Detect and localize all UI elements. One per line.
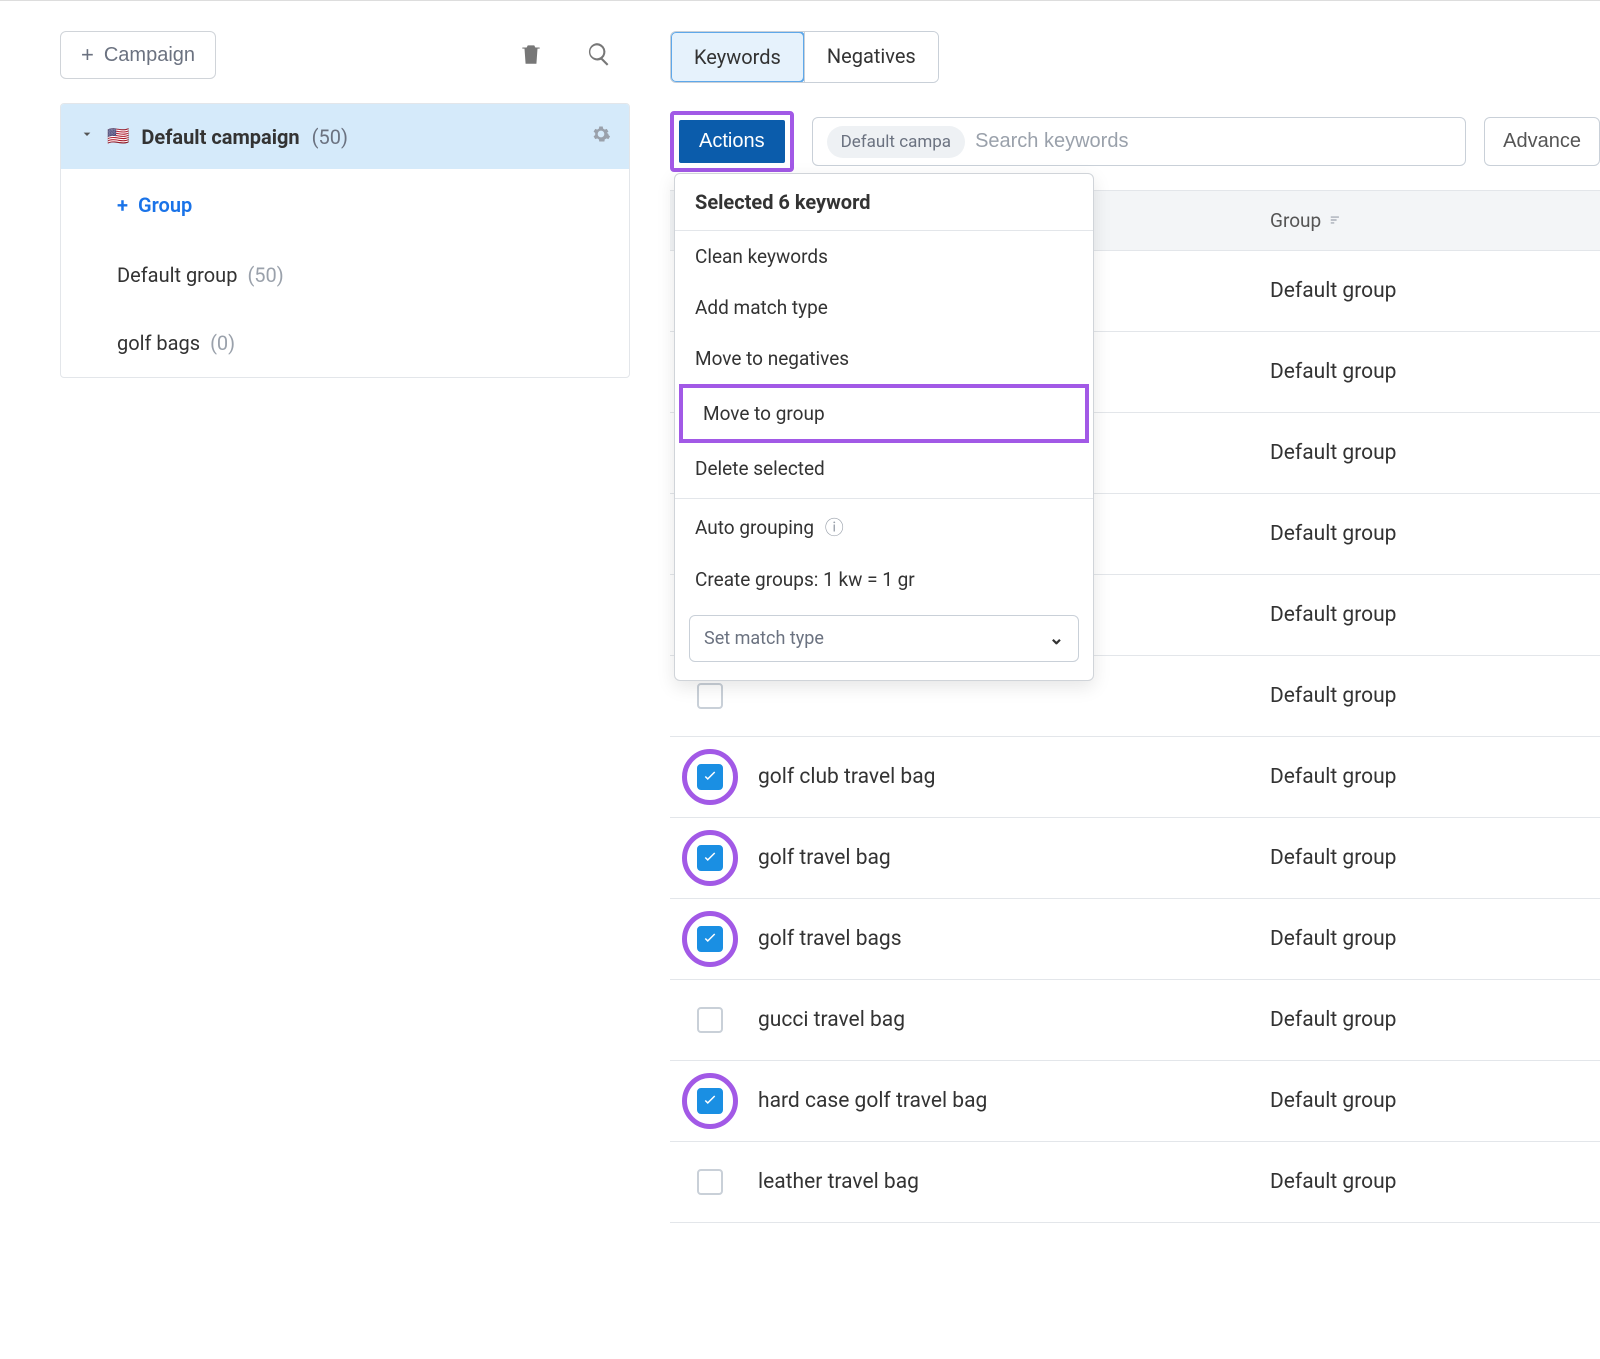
menu-move-to-negatives[interactable]: Move to negatives — [675, 333, 1093, 384]
actions-button[interactable]: Actions — [679, 120, 785, 163]
td-group: Default group — [1250, 259, 1600, 323]
keyword-text: golf travel bag — [758, 846, 891, 870]
campaign-row[interactable]: 🇺🇸 Default campaign (50) — [61, 104, 629, 169]
group-count: (0) — [210, 331, 235, 355]
plus-icon: + — [117, 193, 128, 217]
tab-keywords[interactable]: Keywords — [670, 31, 805, 83]
td-group: Default group — [1250, 340, 1600, 404]
search-icon[interactable] — [582, 37, 616, 74]
menu-add-match-type[interactable]: Add match type — [675, 282, 1093, 333]
checkbox-highlight — [682, 830, 738, 886]
checkbox-wrap — [690, 757, 730, 797]
td-keyword: golf travel bags — [670, 899, 1250, 979]
actions-menu-header: Selected 6 keyword — [675, 174, 1093, 231]
td-group: Default group — [1250, 907, 1600, 971]
add-campaign-button[interactable]: + Campaign — [60, 31, 216, 79]
table-row: leather travel bag Default group — [670, 1142, 1600, 1223]
group-count: (50) — [247, 263, 283, 287]
keyword-text: gucci travel bag — [758, 1008, 905, 1032]
menu-create-groups[interactable]: Create groups: 1 kw = 1 gr — [675, 554, 1093, 605]
td-group: Default group — [1250, 421, 1600, 485]
row-checkbox[interactable] — [697, 1169, 723, 1195]
tabs: Keywords Negatives — [670, 31, 939, 83]
table-row: hard case golf travel bag Default group — [670, 1061, 1600, 1142]
checkbox-highlight — [682, 749, 738, 805]
table-row: golf travel bags Default group — [670, 899, 1600, 980]
gear-icon[interactable] — [591, 124, 611, 149]
checkbox-highlight — [682, 911, 738, 967]
td-keyword: leather travel bag — [670, 1142, 1250, 1222]
menu-auto-grouping[interactable]: Auto grouping ⓘ — [675, 499, 1093, 554]
td-keyword: gucci travel bag — [670, 980, 1250, 1060]
td-group: Default group — [1250, 583, 1600, 647]
set-match-type-label: Set match type — [704, 628, 824, 649]
keyword-text: golf club travel bag — [758, 765, 935, 789]
sort-icon — [1329, 209, 1343, 232]
td-group: Default group — [1250, 664, 1600, 728]
keyword-text: hard case golf travel bag — [758, 1089, 987, 1113]
checkbox-wrap — [690, 838, 730, 878]
checkbox-wrap — [690, 676, 730, 716]
td-group: Default group — [1250, 1150, 1600, 1214]
actions-highlight: Actions Selected 6 keyword Clean keyword… — [670, 111, 794, 172]
add-group-button[interactable]: + Group — [61, 169, 629, 241]
table-row: golf travel bag Default group — [670, 818, 1600, 899]
group-name: Default group — [117, 263, 237, 287]
campaign-tree: 🇺🇸 Default campaign (50) + Group Default… — [60, 103, 630, 378]
chevron-down-icon — [79, 126, 95, 147]
checkbox-highlight — [682, 1073, 738, 1129]
search-chip[interactable]: Default campa — [827, 126, 965, 158]
checkbox-wrap — [690, 1000, 730, 1040]
toolbar: Actions Selected 6 keyword Clean keyword… — [670, 111, 1600, 172]
keyword-text: golf travel bags — [758, 927, 902, 951]
row-checkbox[interactable] — [697, 1007, 723, 1033]
menu-clean-keywords[interactable]: Clean keywords — [675, 231, 1093, 282]
advanced-filters-button[interactable]: Advance — [1484, 117, 1600, 166]
main: Keywords Negatives Actions Selected 6 ke… — [670, 31, 1600, 1223]
checkbox-wrap — [690, 919, 730, 959]
table-row: golf club travel bag Default group — [670, 737, 1600, 818]
add-campaign-label: Campaign — [104, 44, 195, 67]
td-group: Default group — [1250, 826, 1600, 890]
td-group: Default group — [1250, 745, 1600, 809]
search-box[interactable]: Default campa — [812, 117, 1467, 166]
chevron-down-icon: ⌄ — [1049, 628, 1064, 649]
row-checkbox[interactable] — [697, 683, 723, 709]
td-group: Default group — [1250, 988, 1600, 1052]
td-keyword: hard case golf travel bag — [670, 1061, 1250, 1141]
set-match-type-select[interactable]: Set match type ⌄ — [689, 615, 1079, 662]
flag-icon: 🇺🇸 — [107, 126, 129, 147]
plus-icon: + — [81, 42, 94, 68]
menu-move-to-group[interactable]: Move to group — [679, 384, 1089, 443]
add-group-label: Group — [138, 193, 192, 217]
tab-negatives[interactable]: Negatives — [804, 32, 938, 82]
sidebar-group-item[interactable]: Default group (50) — [61, 241, 629, 309]
sidebar: + Campaign 🇺🇸 Default campaign (50) — [60, 31, 630, 378]
campaign-name: Default campaign — [141, 125, 299, 149]
campaign-count: (50) — [312, 125, 348, 149]
menu-delete-selected[interactable]: Delete selected — [675, 443, 1093, 494]
td-keyword: golf travel bag — [670, 818, 1250, 898]
td-group: Default group — [1250, 1069, 1600, 1133]
td-keyword: golf club travel bag — [670, 737, 1250, 817]
group-name: golf bags — [117, 331, 200, 355]
checkbox-wrap — [690, 1162, 730, 1202]
table-row: gucci travel bag Default group — [670, 980, 1600, 1061]
info-icon: ⓘ — [825, 516, 844, 539]
th-group[interactable]: Group — [1250, 191, 1600, 250]
td-group: Default group — [1250, 502, 1600, 566]
sidebar-group-item[interactable]: golf bags (0) — [61, 309, 629, 377]
keyword-text: leather travel bag — [758, 1170, 919, 1194]
actions-menu: Selected 6 keyword Clean keywords Add ma… — [674, 173, 1094, 681]
checkbox-wrap — [690, 1081, 730, 1121]
search-input[interactable] — [975, 124, 1451, 159]
trash-icon[interactable] — [514, 37, 548, 74]
